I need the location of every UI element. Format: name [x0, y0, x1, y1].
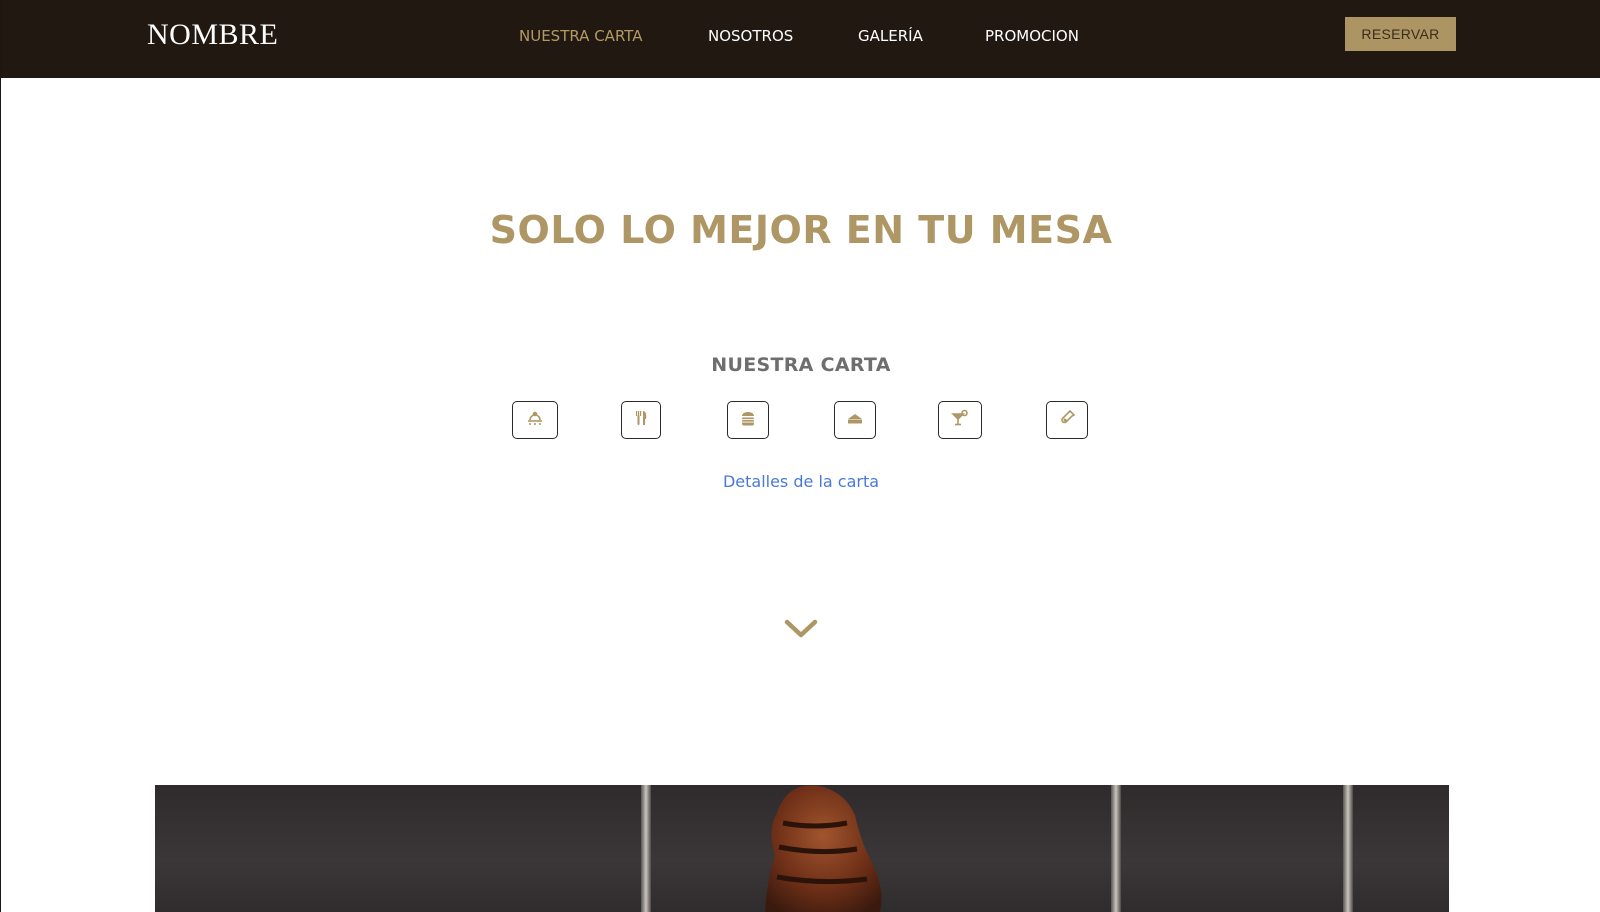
menu-section-heading: NUESTRA CARTA	[711, 354, 891, 376]
nav-item-nuestra-carta[interactable]: NUESTRA CARTA	[519, 27, 643, 45]
category-desserts-button[interactable]	[834, 401, 876, 439]
category-burgers-button[interactable]	[727, 401, 769, 439]
grill-icon	[525, 408, 545, 432]
nav-item-nosotros[interactable]: NOSOTROS	[708, 27, 793, 45]
wine-bottle-icon	[1057, 408, 1077, 432]
category-cocktails-button[interactable]	[938, 401, 982, 439]
menu-details-link[interactable]: Detalles de la carta	[1, 472, 1600, 491]
nav-item-galeria[interactable]: GALERÍA	[858, 27, 923, 45]
steak-grill-photo	[155, 785, 1449, 912]
reserve-button[interactable]: RESERVAR	[1345, 17, 1456, 51]
burger-icon	[738, 408, 758, 432]
cake-icon	[845, 408, 865, 432]
scroll-down-button[interactable]	[784, 618, 818, 640]
top-navigation-bar: NOMBRE NUESTRA CARTA NOSOTROS GALERÍA PR…	[1, 0, 1600, 78]
hero-title: SOLO LO MEJOR EN TU MESA	[489, 208, 1113, 252]
nav-item-promocion[interactable]: PROMOCION	[985, 27, 1079, 45]
fork-knife-icon	[631, 408, 651, 432]
cocktail-icon	[950, 408, 970, 432]
category-wines-button[interactable]	[1046, 401, 1088, 439]
category-main-dishes-button[interactable]	[621, 401, 661, 439]
category-grill-button[interactable]	[512, 401, 558, 439]
chevron-down-icon	[784, 619, 818, 644]
